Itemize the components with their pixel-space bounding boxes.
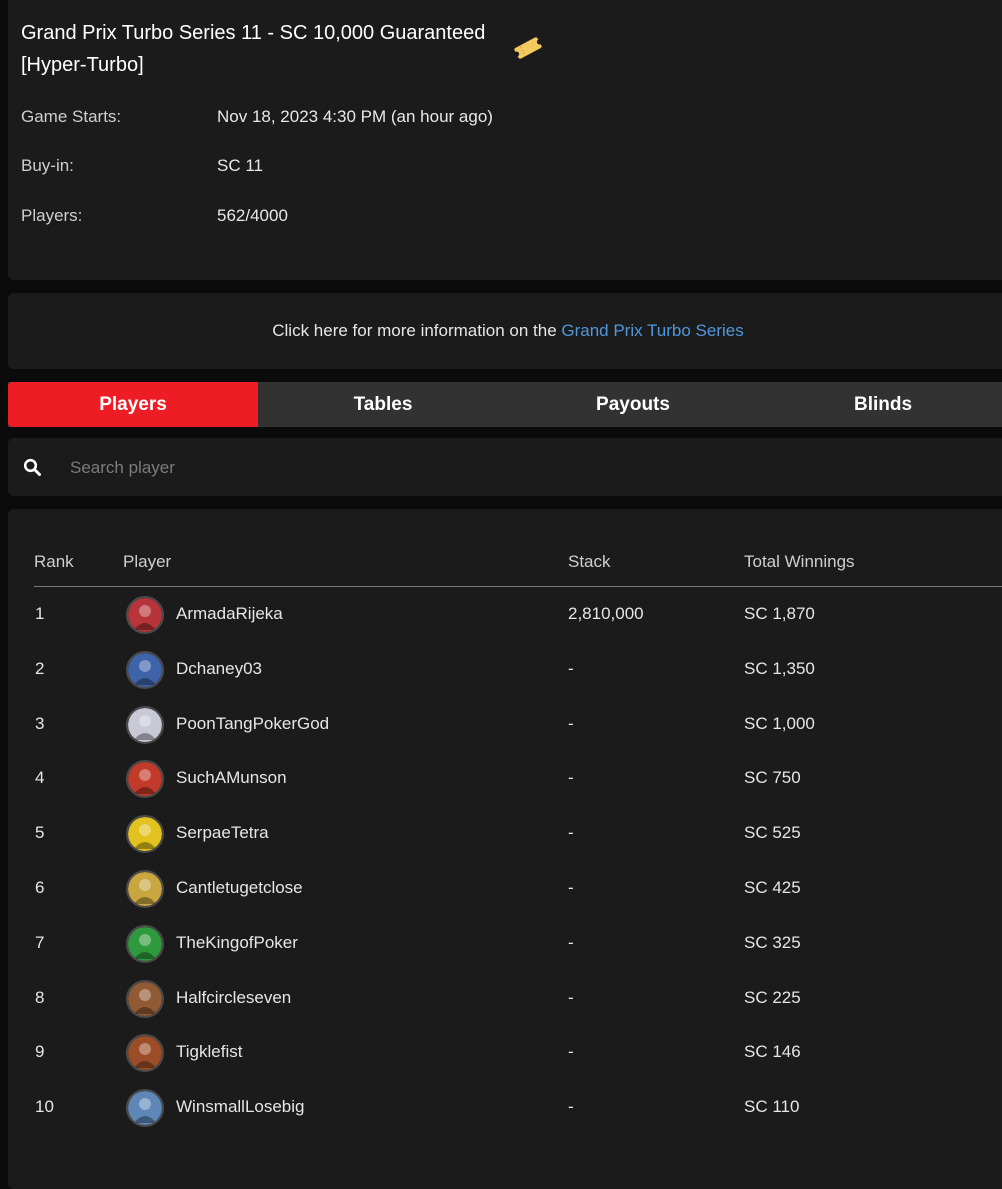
player-name[interactable]: Cantletugetclose xyxy=(176,878,303,898)
avatar xyxy=(126,869,164,908)
table-row[interactable]: 3 PoonTangPokerGod - SC 1,000 xyxy=(34,698,994,753)
tournament-title: Grand Prix Turbo Series 11 - SC 10,000 G… xyxy=(21,22,486,76)
tab-payouts[interactable]: Payouts xyxy=(508,382,758,427)
winnings-cell: SC 425 xyxy=(744,877,801,897)
header-player: Player xyxy=(123,552,172,571)
header-rank: Rank xyxy=(34,552,74,571)
table-row[interactable]: 1 ArmadaRijeka 2,810,000 SC 1,870 xyxy=(34,588,994,643)
players-label: Players: xyxy=(21,206,83,225)
stack-cell: - xyxy=(568,658,574,678)
more-info-banner: Click here for more information on the G… xyxy=(8,293,1002,369)
stack-cell: - xyxy=(568,987,574,1007)
tab-players[interactable]: Players xyxy=(8,382,258,427)
table-row[interactable]: 8 Halfcircleseven - SC 225 xyxy=(34,972,994,1027)
game-starts-value: Nov 18, 2023 4:30 PM (an hour ago) xyxy=(217,107,493,126)
winnings-cell: SC 1,870 xyxy=(744,604,815,623)
tab-blinds[interactable]: Blinds xyxy=(758,382,1002,427)
winnings-cell: SC 146 xyxy=(744,1042,801,1062)
stack-cell: - xyxy=(568,932,574,952)
ticket-icon xyxy=(513,37,543,59)
player-name[interactable]: SuchAMunson xyxy=(176,768,287,788)
search-icon xyxy=(23,458,41,476)
stack-cell: - xyxy=(568,713,574,733)
rank-cell: 10 xyxy=(35,1097,54,1117)
avatar xyxy=(126,760,164,799)
avatar xyxy=(126,1034,164,1073)
avatar xyxy=(126,815,164,854)
tournament-info-card: Grand Prix Turbo Series 11 - SC 10,000 G… xyxy=(8,0,1002,280)
header-total-winnings: Total Winnings xyxy=(744,552,855,571)
table-row[interactable]: 7 TheKingofPoker - SC 325 xyxy=(34,917,994,972)
avatar xyxy=(126,979,164,1018)
winnings-cell: SC 110 xyxy=(744,1097,800,1117)
winnings-cell: SC 1,000 xyxy=(744,713,815,733)
stack-cell: - xyxy=(568,1097,574,1117)
table-row[interactable]: 4 SuchAMunson - SC 750 xyxy=(34,752,994,807)
player-name[interactable]: WinsmallLosebig xyxy=(176,1097,305,1117)
avatar xyxy=(126,1089,164,1128)
rank-cell: 7 xyxy=(35,932,45,952)
player-name[interactable]: Halfcircleseven xyxy=(176,988,291,1008)
winnings-cell: SC 225 xyxy=(744,987,801,1007)
tab-tables[interactable]: Tables xyxy=(258,382,508,427)
tab-bar: Players Tables Payouts Blinds xyxy=(8,382,1002,427)
player-name[interactable]: Dchaney03 xyxy=(176,659,262,679)
rank-cell: 8 xyxy=(35,987,45,1007)
winnings-cell: SC 325 xyxy=(744,932,801,952)
players-value: 562/4000 xyxy=(217,206,288,225)
player-name[interactable]: SerpaeTetra xyxy=(176,823,269,843)
rank-cell: 9 xyxy=(35,1042,45,1062)
winnings-cell: SC 1,350 xyxy=(744,658,815,678)
winnings-cell: SC 750 xyxy=(744,768,801,788)
avatar xyxy=(126,705,164,744)
stack-cell: - xyxy=(568,823,574,843)
table-row[interactable]: 9 Tigklefist - SC 146 xyxy=(34,1026,994,1081)
rank-cell: 2 xyxy=(35,658,45,678)
buyin-value: SC 11 xyxy=(217,156,263,175)
rank-cell: 5 xyxy=(35,823,45,843)
rank-cell: 3 xyxy=(35,713,45,733)
avatar xyxy=(126,924,164,963)
rank-cell: 4 xyxy=(35,768,45,788)
stack-cell: - xyxy=(568,877,574,897)
table-row[interactable]: 2 Dchaney03 - SC 1,350 xyxy=(34,643,994,698)
more-info-text: Click here for more information on the G… xyxy=(8,321,1002,341)
stack-cell: - xyxy=(568,1042,574,1062)
table-header: Rank Player Stack Total Winnings xyxy=(34,509,1002,587)
stack-cell: 2,810,000 xyxy=(568,604,644,623)
buyin-label: Buy-in: xyxy=(21,156,74,175)
stack-cell: - xyxy=(568,768,574,788)
more-info-prefix: Click here for more information on the xyxy=(272,321,562,340)
player-name[interactable]: Tigklefist xyxy=(176,1042,242,1062)
player-name[interactable]: TheKingofPoker xyxy=(176,933,298,953)
rank-cell: 1 xyxy=(35,604,45,623)
avatar xyxy=(126,596,164,634)
search-bar xyxy=(8,438,1002,496)
winnings-cell: SC 525 xyxy=(744,823,801,843)
player-name[interactable]: PoonTangPokerGod xyxy=(176,714,329,734)
rank-cell: 6 xyxy=(35,877,45,897)
players-table: Rank Player Stack Total Winnings 1 Armada… xyxy=(8,509,1002,1189)
header-stack: Stack xyxy=(568,552,611,571)
series-info-link[interactable]: Grand Prix Turbo Series xyxy=(561,321,743,340)
table-body: 1 ArmadaRijeka 2,810,000 SC 1,870 2 Dchaney03… xyxy=(34,588,994,1136)
game-starts-label: Game Starts: xyxy=(21,107,122,126)
avatar xyxy=(126,650,164,689)
table-row[interactable]: 10 WinsmallLosebig - SC 110 xyxy=(34,1081,994,1136)
search-input[interactable] xyxy=(68,451,972,485)
table-row[interactable]: 6 Cantletugetclose - SC 425 xyxy=(34,862,994,917)
table-row[interactable]: 5 SerpaeTetra - SC 525 xyxy=(34,807,994,862)
player-name[interactable]: ArmadaRijeka xyxy=(176,604,283,624)
